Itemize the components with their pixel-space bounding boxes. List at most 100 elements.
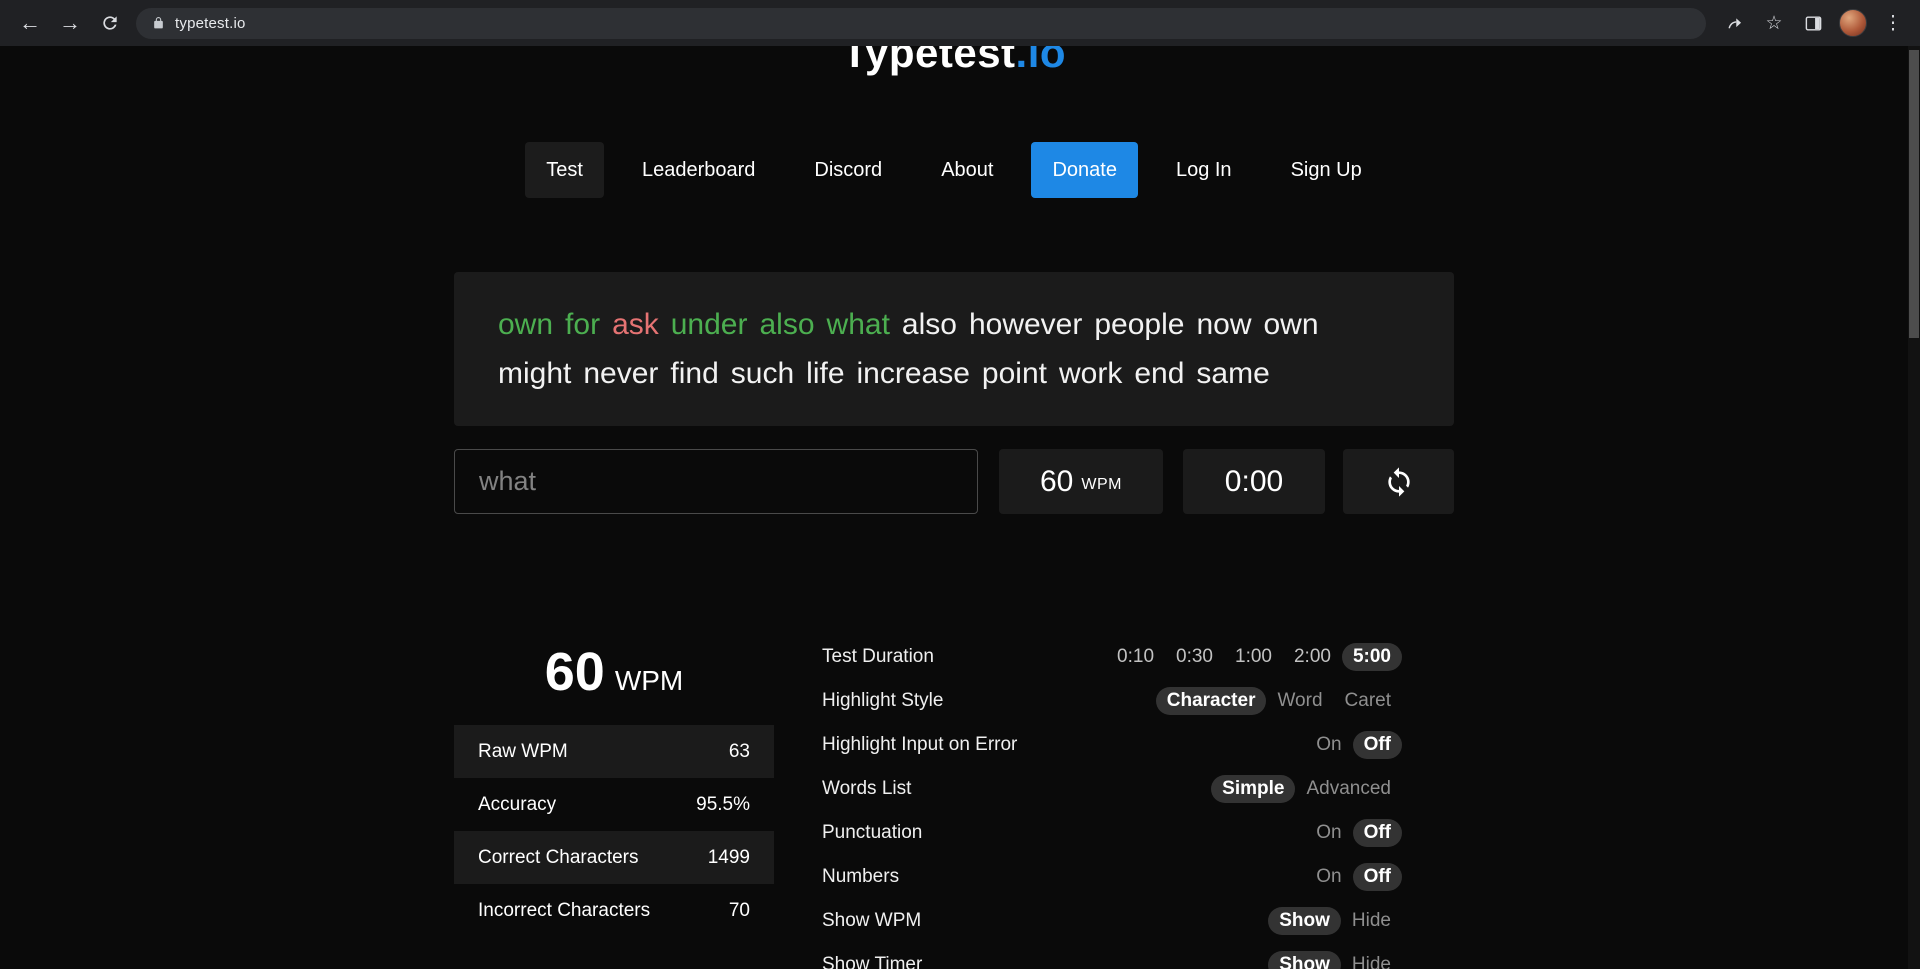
option-2-00[interactable]: 2:00 [1283,643,1342,671]
forward-icon[interactable]: → [50,3,90,43]
result-wpm: 60 WPM [454,635,774,703]
option-on[interactable]: On [1305,731,1352,759]
setting-row: Highlight Input on Error On Off [822,723,1402,767]
nav-log-in[interactable]: Log In [1155,142,1253,198]
word: also [759,308,815,341]
option-0-10[interactable]: 0:10 [1106,643,1165,671]
stat-row: Correct Characters 1499 [454,831,774,884]
option-on[interactable]: On [1305,819,1352,847]
setting-options: On Off [1305,731,1402,759]
back-icon[interactable]: ← [10,3,50,43]
main-nav: Test Leaderboard Discord About Donate Log In S… [0,142,1908,198]
setting-options: On Off [1305,863,1402,891]
option-on[interactable]: On [1305,863,1352,891]
setting-options: Show Hide [1268,907,1402,935]
nav-leaderboard[interactable]: Leaderboard [621,142,776,198]
option-word[interactable]: Word [1266,687,1333,715]
restart-button[interactable] [1343,449,1454,514]
nav-about[interactable]: About [920,142,1014,198]
setting-options: Character Word Caret [1155,687,1402,715]
setting-label: Highlight Input on Error [822,734,1018,755]
word-display: own for ask under also what also however people n… [454,272,1454,426]
timer-box: 0:00 [1183,449,1325,514]
timer-value: 0:00 [1224,464,1284,498]
browser-menu-icon[interactable]: ⋮ [1876,6,1910,40]
address-bar[interactable]: typetest.io [136,7,1706,39]
scrollbar[interactable] [1908,46,1920,969]
stat-row: Incorrect Characters 70 [454,884,774,937]
word: might [498,357,572,390]
word: however [968,308,1083,341]
scrollbar-thumb[interactable] [1909,50,1919,338]
word: end [1134,357,1185,390]
live-wpm-box: 60 WPM [999,449,1163,514]
url-text: typetest.io [175,14,246,32]
word: own [498,308,554,341]
word: under [670,308,748,341]
reload-icon[interactable] [90,3,130,43]
nav-test[interactable]: Test [525,142,604,198]
word: same [1196,357,1270,390]
live-wpm-unit: WPM [1081,476,1122,493]
word: such [730,357,795,390]
word: increase [856,357,970,390]
side-panel-icon[interactable] [1796,6,1830,40]
option-1-00[interactable]: 1:00 [1224,643,1283,671]
nav-donate[interactable]: Donate [1031,142,1138,198]
option-hide[interactable]: Hide [1341,951,1402,969]
word: also [901,308,957,341]
option-off[interactable]: Off [1352,863,1402,891]
nav-discord[interactable]: Discord [793,142,903,198]
typing-input[interactable] [454,449,978,514]
setting-options: Show Hide [1268,951,1402,969]
setting-options: Simple Advanced [1211,775,1402,803]
setting-row: Show Timer Show Hide [822,943,1402,969]
nav-sign-up[interactable]: Sign Up [1270,142,1383,198]
setting-label: Numbers [822,866,900,887]
word: now [1196,308,1252,341]
word: people [1094,308,1185,341]
option-simple[interactable]: Simple [1211,775,1296,803]
bookmark-star-icon[interactable]: ☆ [1757,6,1791,40]
word: point [981,357,1047,390]
setting-label: Show Timer [822,954,923,969]
stat-value: 63 [728,740,750,762]
page-content: Typetest.io Test Leaderboard Discord About D… [0,46,1908,969]
browser-nav-icons: ← → [0,3,130,43]
controls-row: 60 WPM 0:00 [454,449,1454,514]
profile-avatar[interactable] [1839,9,1867,37]
stat-label: Incorrect Characters [478,899,651,921]
setting-label: Words List [822,778,912,799]
option-hide[interactable]: Hide [1341,907,1402,935]
setting-label: Show WPM [822,910,922,931]
option-caret[interactable]: Caret [1334,687,1402,715]
word-line: might never find such life increase point work e… [498,349,1410,398]
setting-options: 0:10 0:30 1:00 2:00 5:00 [1106,643,1402,671]
setting-options: On Off [1305,819,1402,847]
option-show[interactable]: Show [1268,951,1341,969]
stat-value: 70 [728,899,750,921]
setting-row: Test Duration 0:10 0:30 1:00 2:00 5:00 [822,635,1402,679]
setting-row: Highlight Style Character Word Caret [822,679,1402,723]
result-wpm-value: 60 [544,642,605,702]
option-off[interactable]: Off [1352,819,1402,847]
option-character[interactable]: Character [1155,687,1267,715]
word: for [565,308,601,341]
word: own [1263,308,1319,341]
setting-label: Test Duration [822,646,934,667]
word-line: own for ask under also what also however people n… [498,300,1410,349]
stat-row: Raw WPM 63 [454,725,774,778]
option-show[interactable]: Show [1268,907,1341,935]
option-advanced[interactable]: Advanced [1295,775,1402,803]
stat-value: 1499 [707,846,750,868]
option-0-30[interactable]: 0:30 [1165,643,1224,671]
site-title-suffix: .io [1015,46,1067,76]
lock-icon [152,16,165,30]
stat-value: 95.5% [696,793,750,815]
word: what [826,308,890,341]
word: never [583,357,659,390]
option-5-00[interactable]: 5:00 [1341,643,1402,671]
share-icon[interactable] [1718,6,1752,40]
option-off[interactable]: Off [1352,731,1402,759]
setting-label: Punctuation [822,822,923,843]
